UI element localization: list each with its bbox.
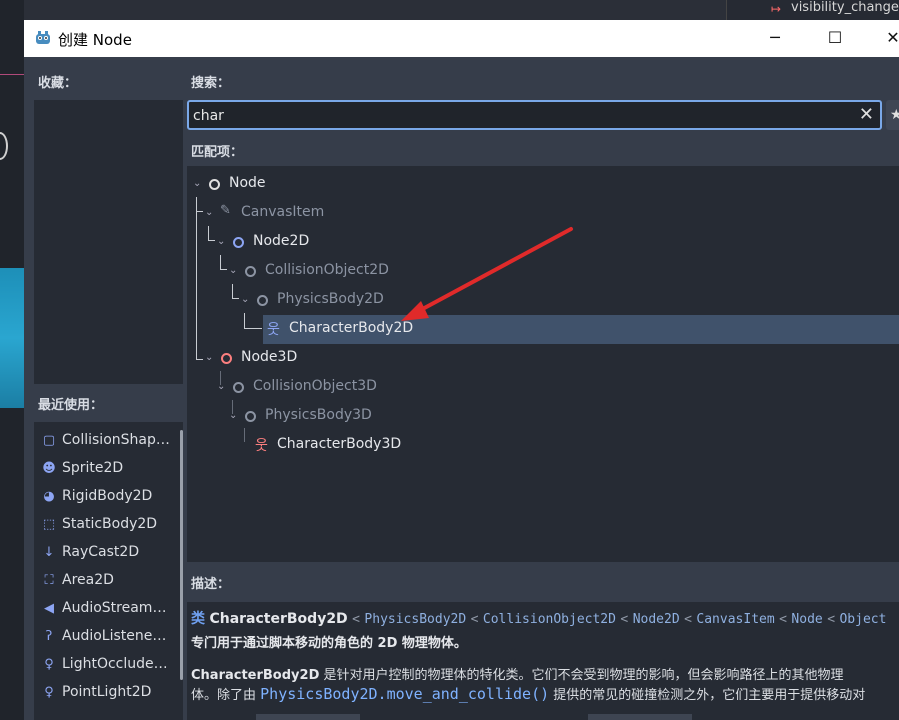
recent-item-rigidbody2d[interactable]: ◕ RigidBody2D — [34, 482, 174, 510]
favorite-star-icon[interactable]: ★ — [886, 100, 899, 130]
inherit-separator: < — [620, 612, 629, 627]
description-label: 描述： — [191, 577, 231, 592]
audio-listener-icon: ʔ — [45, 628, 53, 644]
matches-tree[interactable]: ⌄ Node ⌄ ✎ CanvasItem ⌄ Node2D ⌄ Collisi… — [187, 166, 899, 562]
class-brief: 专门用于通过脚本移动的角色的 2D 物理物体。 — [191, 636, 467, 651]
recent-item-label: RigidBody2D — [62, 488, 153, 504]
viewport-shape — [0, 132, 8, 160]
cancel-button[interactable] — [588, 714, 692, 720]
recent-item-audiostreamplayer[interactable]: ◀ AudioStreamP... — [34, 594, 174, 622]
maximize-button[interactable]: ☐ — [820, 26, 850, 50]
light-occluder-icon: ♀ — [44, 656, 54, 672]
inherit-link-node[interactable]: Node — [791, 612, 822, 627]
favorites-list[interactable] — [34, 100, 183, 384]
recent-scrollbar[interactable] — [180, 430, 183, 680]
matches-label: 匹配项： — [191, 145, 244, 160]
viewport-sprite — [0, 268, 24, 408]
recent-item-label: LightOccluder... — [62, 656, 170, 672]
class-body-name: CharacterBody2D — [191, 668, 320, 683]
recent-item-label: RayCast2D — [62, 544, 140, 560]
class-keyword: 类 — [191, 611, 205, 627]
inherit-separator: < — [827, 612, 836, 627]
recent-list[interactable]: ▢ CollisionShape... ☻ Sprite2D ◕ RigidBo… — [34, 422, 183, 720]
audio-stream-player-icon: ◀ — [44, 600, 54, 616]
search-input[interactable] — [193, 105, 833, 127]
recent-item-label: Sprite2D — [62, 460, 124, 476]
recent-item-label: PointLight2D — [62, 684, 152, 700]
close-button[interactable]: ✕ — [878, 26, 899, 50]
inherit-link-object[interactable]: Object — [839, 612, 886, 627]
dialog-title: 创建 Node — [58, 31, 132, 49]
recent-item-area2d[interactable]: ⛶ Area2D — [34, 566, 174, 594]
collision-shape-icon: ▢ — [42, 432, 56, 448]
godot-logo-icon — [36, 31, 50, 44]
class-name: CharacterBody2D — [209, 611, 348, 627]
class-body-line2: 体。除了由 PhysicsBody2D.move_and_collide() 提… — [191, 684, 865, 703]
inherit-link-canvasitem[interactable]: CanvasItem — [696, 612, 774, 627]
point-light-icon: ♀ — [44, 684, 54, 700]
clear-icon[interactable]: ✕ — [859, 104, 874, 125]
recent-item-label: StaticBody2D — [62, 516, 158, 532]
recent-item-pointlight2d[interactable]: ♀ PointLight2D — [34, 678, 174, 706]
minimize-button[interactable]: ─ — [760, 26, 790, 50]
recent-item-label: AudioListener... — [62, 628, 170, 644]
recent-item-lightoccluder[interactable]: ♀ LightOccluder... — [34, 650, 174, 678]
inherit-link-collisionobject2d[interactable]: CollisionObject2D — [483, 612, 616, 627]
inherit-link-physicsbody2d[interactable]: PhysicsBody2D — [364, 612, 466, 627]
class-body-text: 提供的常见的碰撞检测之外，它们主要用于提供移动对 — [549, 688, 866, 703]
recent-item-collisionshape[interactable]: ▢ CollisionShape... — [34, 426, 174, 454]
dialog-titlebar: 创建 Node ─ ☐ ✕ — [24, 20, 899, 57]
recent-item-sprite2d[interactable]: ☻ Sprite2D — [34, 454, 174, 482]
search-label: 搜索： — [191, 76, 231, 91]
method-link[interactable]: PhysicsBody2D.move_and_collide() — [260, 685, 549, 703]
recent-item-audiolistener[interactable]: ʔ AudioListener... — [34, 622, 174, 650]
raycast2d-icon: ↓ — [43, 544, 55, 560]
recent-label: 最近使用： — [38, 398, 104, 413]
inherit-separator: < — [684, 612, 692, 627]
inherit-link-node2d[interactable]: Node2D — [633, 612, 680, 627]
class-body-text: 是针对用户控制的物理体的特化类。它们不会受到物理的影响，但会影响路径上的其他物理 — [319, 668, 844, 683]
inherit-separator: < — [352, 612, 360, 627]
staticbody2d-icon: ⬚ — [42, 516, 56, 532]
sprite2d-icon: ☻ — [42, 460, 56, 476]
signal-icon: ↦ — [771, 2, 782, 16]
recent-item-raycast2d[interactable]: ↓ RayCast2D — [34, 538, 174, 566]
inherit-separator: < — [779, 612, 787, 627]
create-button[interactable] — [256, 714, 360, 720]
recent-item-staticbody2d[interactable]: ⬚ StaticBody2D — [34, 510, 174, 538]
create-node-dialog: 创建 Node ─ ☐ ✕ 收藏： 最近使用： ▢ CollisionShape… — [24, 20, 899, 720]
description-panel: 类 CharacterBody2D < PhysicsBody2D < Coll… — [187, 602, 899, 720]
recent-item-label: Area2D — [62, 572, 114, 588]
viewport-guide-line — [0, 74, 24, 75]
inherit-separator: < — [470, 612, 479, 627]
class-body-line1: CharacterBody2D 是针对用户控制的物理体的特化类。它们不会受到物理… — [191, 664, 844, 683]
search-box[interactable]: ✕ — [187, 100, 882, 130]
class-body-text: 体。除了由 — [191, 688, 261, 703]
annotation-arrow-icon — [401, 227, 573, 321]
signals-panel-fragment: ↦ visibility_change — [726, 0, 899, 20]
signal-label[interactable]: visibility_change — [791, 0, 899, 15]
editor-background-left — [0, 0, 24, 720]
favorites-label: 收藏： — [38, 76, 78, 91]
class-header: 类 CharacterBody2D < PhysicsBody2D < Coll… — [191, 608, 886, 628]
rigidbody2d-icon: ◕ — [43, 488, 55, 504]
recent-item-label: AudioStreamP... — [62, 600, 170, 616]
area2d-icon: ⛶ — [44, 572, 54, 588]
recent-item-label: CollisionShape... — [62, 432, 170, 448]
